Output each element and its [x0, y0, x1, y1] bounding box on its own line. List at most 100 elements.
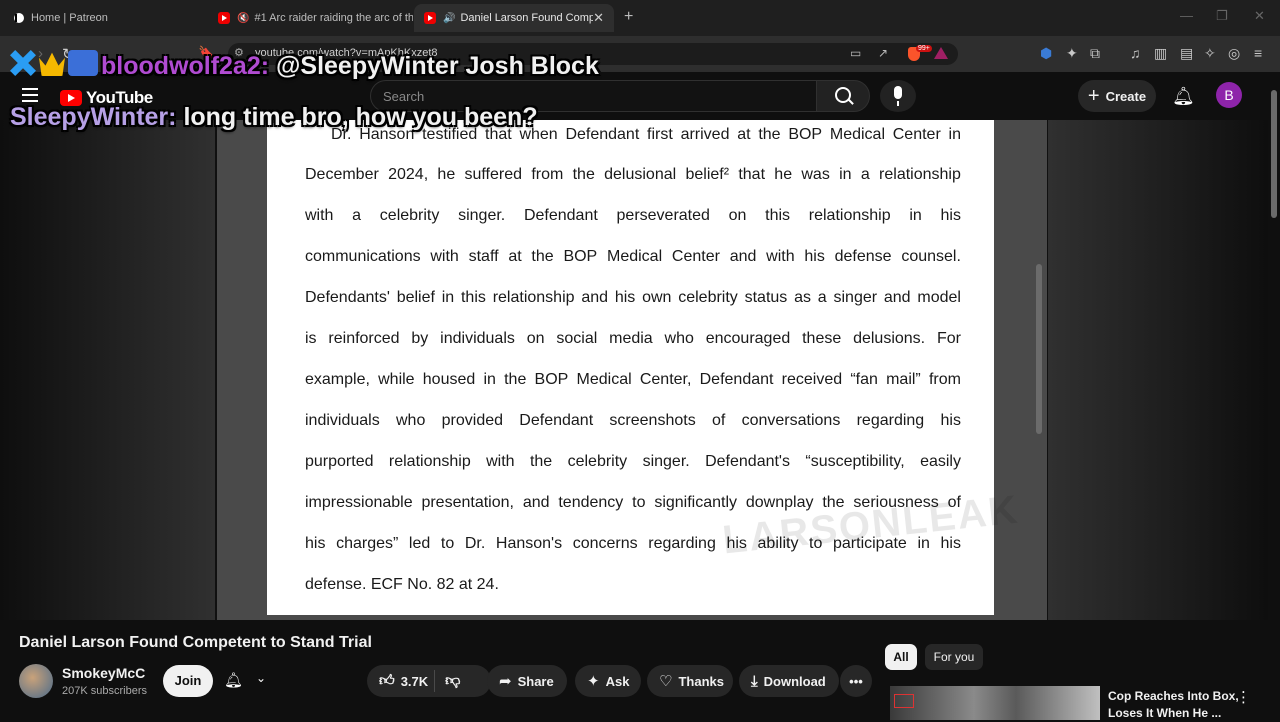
document-word: regarding — [856, 412, 925, 429]
muted-speaker-icon[interactable]: 🔇 — [237, 13, 249, 24]
document-word: of — [711, 412, 726, 429]
document-word: individuals — [440, 330, 515, 347]
document-word: Medical — [607, 248, 663, 265]
download-icon: ⤓ — [751, 672, 758, 690]
create-button[interactable]: + Create — [1078, 80, 1156, 112]
join-button[interactable]: Join — [163, 665, 213, 697]
share-icon: ➦ — [499, 673, 512, 690]
document-word: easily — [920, 453, 961, 470]
tab-patreon[interactable]: Home | Patreon — [4, 4, 204, 32]
document-word: Center — [892, 126, 941, 143]
document-word: received — [781, 371, 843, 388]
document-word: his — [614, 289, 636, 306]
chevron-down-icon[interactable]: ⌄ — [256, 671, 266, 685]
screenshot-icon[interactable]: ⧉ — [1090, 45, 1100, 62]
notifications-bell-icon[interactable]: 🔔︎ — [1172, 86, 1195, 107]
document-word: with — [305, 207, 334, 224]
restore-icon[interactable]: ❐ — [1216, 8, 1228, 24]
dislike-icon[interactable]: 👎︎ — [445, 672, 460, 690]
document-word: relationship — [879, 166, 961, 183]
more-actions-button[interactable]: ••• — [840, 665, 872, 697]
patreon-icon — [14, 13, 24, 23]
ask-button[interactable]: ✦ Ask — [575, 665, 641, 697]
wallet-icon[interactable]: ◎ — [1228, 45, 1240, 62]
media-icon[interactable]: ♫ — [1130, 45, 1141, 61]
close-tab-icon[interactable]: ✕ — [593, 10, 604, 26]
thanks-label: Thanks — [678, 673, 724, 689]
voice-search-icon[interactable] — [880, 80, 916, 112]
tab-daniel-larson[interactable]: 🔊 Daniel Larson Found Compet ✕ — [414, 4, 614, 32]
search-button[interactable] — [816, 80, 870, 112]
document-word: BOP — [534, 371, 569, 388]
document-word: his — [940, 207, 961, 224]
document-word: impressionable — [305, 494, 413, 511]
document-word: own — [642, 289, 672, 306]
tab-arc-raider[interactable]: 🔇 #1 Arc raider raiding the arc of th — [208, 4, 413, 32]
sidebar-icon[interactable]: ▥ — [1154, 45, 1167, 62]
document-word: individuals — [305, 412, 380, 429]
document-word: Hanson's — [495, 535, 563, 552]
channel-avatar[interactable] — [19, 664, 53, 698]
like-count[interactable]: 3.7K — [401, 674, 428, 689]
video-title: Daniel Larson Found Competent to Stand T… — [19, 634, 372, 651]
document-word: and — [883, 289, 911, 306]
chip-all[interactable]: All — [885, 644, 917, 670]
document-word: and — [729, 248, 757, 265]
reader-icon[interactable]: ▤ — [1180, 45, 1193, 62]
page-scrollbar-thumb[interactable] — [1271, 90, 1277, 218]
brave-rewards-icon[interactable] — [934, 47, 948, 59]
minimize-icon[interactable]: — — [1180, 8, 1193, 23]
document-word: communications — [305, 248, 421, 265]
tab-label: Home | Patreon — [31, 12, 108, 24]
sword-badge-icon — [10, 50, 36, 76]
document-word: belief — [396, 289, 435, 306]
document-word: encouraged — [705, 330, 791, 347]
emote-badge-icon — [68, 50, 98, 76]
ask-label: Ask — [605, 673, 630, 689]
document-word: delusions. — [853, 330, 926, 347]
document-word: December — [305, 166, 379, 183]
document-word: to — [440, 535, 455, 552]
document-word: Defendant — [523, 207, 598, 224]
subscription-bell-icon[interactable]: 🔔︎ — [224, 671, 243, 689]
recommended-video-thumbnail[interactable] — [890, 686, 1100, 720]
leo-ai-icon[interactable]: ✧ — [1204, 45, 1216, 62]
extensions-icon[interactable]: ✦ — [1066, 45, 1078, 62]
document-word: singer. — [642, 453, 690, 470]
document-word: Center, — [639, 371, 692, 388]
document-word: reinforced — [328, 330, 400, 347]
vpn-icon[interactable]: ⬢ — [1040, 45, 1052, 62]
account-avatar[interactable]: B — [1216, 82, 1242, 108]
thanks-button[interactable]: ♡ Thanks — [647, 665, 733, 697]
like-icon[interactable]: 👍︎ — [379, 672, 395, 690]
share-button[interactable]: ➦ Share — [487, 665, 567, 697]
share-icon[interactable]: ↗ — [878, 46, 888, 60]
video-player[interactable]: Dr. Hanson testified that when Defendant first… — [0, 120, 1268, 620]
channel-name[interactable]: SmokeyMcC — [62, 665, 145, 681]
document-word: from — [928, 371, 961, 388]
chip-for-you[interactable]: For you — [925, 644, 983, 670]
recommended-video-title[interactable]: Cop Reaches Into Box, Loses It When He .… — [1108, 688, 1239, 722]
speaker-icon[interactable]: 🔊 — [443, 13, 455, 24]
new-tab-icon[interactable]: + — [624, 8, 633, 26]
document-line: with a celebrity singer. Defendant perseverat… — [305, 207, 961, 225]
document-word: the — [529, 453, 553, 470]
document-word: by — [411, 330, 429, 347]
close-window-icon[interactable]: ✕ — [1254, 8, 1265, 24]
tab-label: #1 Arc raider raiding the arc of th — [254, 12, 413, 24]
more-vertical-icon[interactable]: ⋮ — [1236, 688, 1251, 706]
document-word: this — [460, 289, 486, 306]
browser-tab-strip: Home | Patreon 🔇 #1 Arc raider raiding t… — [0, 0, 1280, 36]
document-word: suffered — [464, 166, 523, 183]
document-word: his — [305, 535, 326, 552]
document-word: Defendants' — [305, 289, 390, 306]
document-word: who — [396, 412, 426, 429]
youtube-icon — [218, 12, 230, 24]
share-label: Share — [517, 673, 554, 689]
menu-icon[interactable]: ≡ — [1254, 45, 1262, 61]
download-button[interactable]: ⤓ Download — [739, 665, 839, 697]
document-word: Medical — [576, 371, 632, 388]
cast-icon[interactable]: ▭ — [850, 46, 861, 60]
document-word: arrived — [680, 126, 730, 143]
document-word: For — [936, 330, 961, 347]
